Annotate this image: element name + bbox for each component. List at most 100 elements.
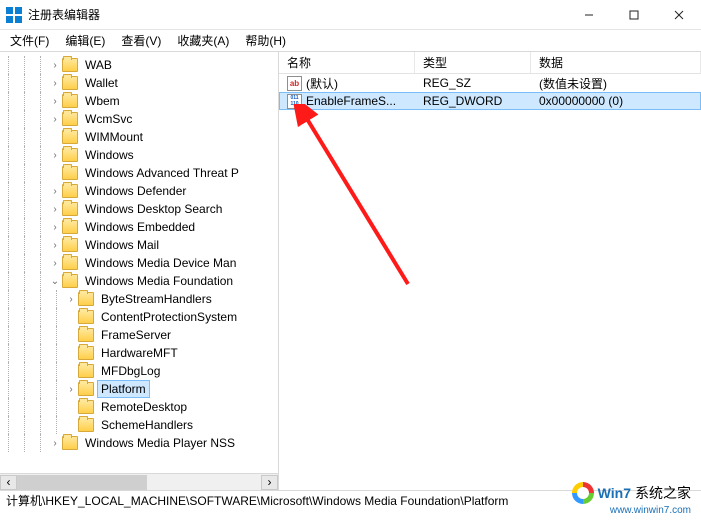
minimize-button[interactable]	[566, 0, 611, 29]
menu-view[interactable]: 查看(V)	[115, 30, 167, 51]
scroll-left-button[interactable]: ‹	[0, 475, 17, 490]
tree-item[interactable]: › Windows Embedded	[0, 218, 278, 236]
folder-icon	[62, 274, 78, 288]
value-type: REG_DWORD	[415, 92, 531, 110]
expand-icon[interactable]: ›	[48, 114, 62, 125]
expand-icon[interactable]: ›	[48, 60, 62, 71]
app-icon	[6, 7, 22, 23]
value-data: (数值未设置)	[531, 74, 701, 92]
tree-item[interactable]: ›Windows Mail	[0, 236, 278, 254]
column-type[interactable]: 类型	[415, 52, 531, 73]
collapse-icon[interactable]: ⌄	[48, 276, 62, 287]
tree-item[interactable]: › ByteStreamHandlers	[0, 290, 278, 308]
tree-item[interactable]: HardwareMFT	[0, 344, 278, 362]
expand-icon[interactable]: ›	[48, 438, 62, 449]
value-name: EnableFrameS...	[306, 94, 396, 108]
folder-icon	[62, 436, 78, 450]
expand-icon[interactable]: ›	[48, 150, 62, 161]
maximize-button[interactable]	[611, 0, 656, 29]
expand-icon[interactable]: ›	[48, 240, 62, 251]
tree-item[interactable]: SchemeHandlers	[0, 416, 278, 434]
tree-item[interactable]: ›Windows Defender	[0, 182, 278, 200]
scroll-right-button[interactable]: ›	[261, 475, 278, 490]
string-value-icon: ab	[287, 76, 302, 91]
value-name: (默认)	[306, 75, 338, 92]
tree-item[interactable]: WIMMount	[0, 128, 278, 146]
folder-icon	[78, 364, 94, 378]
value-type: REG_SZ	[415, 74, 531, 92]
tree-item-label: Windows Media Player NSS	[82, 435, 238, 451]
tree-item[interactable]: › Wallet	[0, 74, 278, 92]
expand-icon[interactable]: ›	[48, 258, 62, 269]
tree-item[interactable]: Windows Advanced Threat P	[0, 164, 278, 182]
column-name[interactable]: 名称	[279, 52, 415, 73]
values-header: 名称 类型 数据	[279, 52, 701, 74]
folder-icon	[62, 238, 78, 252]
folder-icon	[62, 76, 78, 90]
tree-item[interactable]: ⌄ Windows Media Foundation	[0, 272, 278, 290]
menubar: 文件(F) 编辑(E) 查看(V) 收藏夹(A) 帮助(H)	[0, 30, 701, 52]
value-row[interactable]: ab (默认) REG_SZ(数值未设置)	[279, 74, 701, 92]
expand-icon[interactable]: ›	[48, 222, 62, 233]
menu-edit[interactable]: 编辑(E)	[59, 30, 111, 51]
expand-icon[interactable]: ›	[64, 294, 78, 305]
tree-item[interactable]: FrameServer	[0, 326, 278, 344]
menu-file[interactable]: 文件(F)	[4, 30, 55, 51]
folder-icon	[62, 256, 78, 270]
folder-icon	[78, 400, 94, 414]
status-path: 计算机\HKEY_LOCAL_MACHINE\SOFTWARE\Microsof…	[6, 492, 508, 509]
expand-icon[interactable]: ›	[48, 78, 62, 89]
tree-item-label: Windows Media Device Man	[82, 255, 239, 271]
tree-item-label: HardwareMFT	[98, 345, 181, 361]
expand-icon[interactable]: ›	[48, 204, 62, 215]
expand-icon[interactable]: ›	[64, 384, 78, 395]
tree-item-label: WcmSvc	[82, 111, 135, 127]
tree-item[interactable]: ›Windows Desktop Search	[0, 200, 278, 218]
menu-help[interactable]: 帮助(H)	[239, 30, 292, 51]
tree-item[interactable]: › WcmSvc	[0, 110, 278, 128]
tree-item-label: Windows	[82, 147, 137, 163]
tree-item-label: Wbem	[82, 93, 123, 109]
tree-item-label: MFDbgLog	[98, 363, 163, 379]
tree-item[interactable]: › Windows Media Device Man	[0, 254, 278, 272]
tree-item[interactable]: ContentProtectionSystem	[0, 308, 278, 326]
folder-icon	[62, 148, 78, 162]
folder-icon	[62, 202, 78, 216]
values-list[interactable]: ab(默认)REG_SZ(数值未设置)011 110EnableFrameS..…	[279, 74, 701, 490]
folder-icon	[78, 418, 94, 432]
horizontal-scrollbar[interactable]: ‹ ›	[0, 473, 278, 490]
folder-icon	[62, 130, 78, 144]
scroll-track[interactable]	[17, 475, 261, 490]
values-pane: 名称 类型 数据 ab(默认)REG_SZ(数值未设置)011 110Enabl…	[279, 52, 701, 490]
tree-item[interactable]: RemoteDesktop	[0, 398, 278, 416]
registry-tree[interactable]: ›WAB›Wallet›Wbem›WcmSvcWIMMount›WindowsW…	[0, 52, 278, 472]
tree-item[interactable]: › Windows	[0, 146, 278, 164]
tree-item-label: Windows Embedded	[82, 219, 198, 235]
expand-icon[interactable]: ›	[48, 96, 62, 107]
tree-pane: ›WAB›Wallet›Wbem›WcmSvcWIMMount›WindowsW…	[0, 52, 279, 490]
scroll-thumb[interactable]	[17, 475, 147, 490]
tree-item[interactable]: › Platform	[0, 380, 278, 398]
menu-favorites[interactable]: 收藏夹(A)	[171, 30, 235, 51]
tree-item-label: ByteStreamHandlers	[98, 291, 215, 307]
titlebar: 注册表编辑器	[0, 0, 701, 30]
tree-item[interactable]: › Windows Media Player NSS	[0, 434, 278, 452]
tree-item-label: Platform	[98, 381, 149, 397]
tree-item-label: Wallet	[82, 75, 121, 91]
tree-item-label: WAB	[82, 57, 115, 73]
folder-icon	[62, 220, 78, 234]
tree-item[interactable]: › Wbem	[0, 92, 278, 110]
expand-icon[interactable]: ›	[48, 186, 62, 197]
folder-icon	[78, 346, 94, 360]
folder-icon	[62, 94, 78, 108]
value-row[interactable]: 011 110EnableFrameS...REG_DWORD0x0000000…	[279, 92, 701, 110]
folder-icon	[78, 328, 94, 342]
tree-item[interactable]: › WAB	[0, 56, 278, 74]
window-title: 注册表编辑器	[28, 6, 100, 23]
folder-icon	[62, 166, 78, 180]
tree-item-label: Windows Media Foundation	[82, 273, 236, 289]
tree-item-label: WIMMount	[82, 129, 146, 145]
column-data[interactable]: 数据	[531, 52, 701, 73]
tree-item[interactable]: MFDbgLog	[0, 362, 278, 380]
close-button[interactable]	[656, 0, 701, 29]
